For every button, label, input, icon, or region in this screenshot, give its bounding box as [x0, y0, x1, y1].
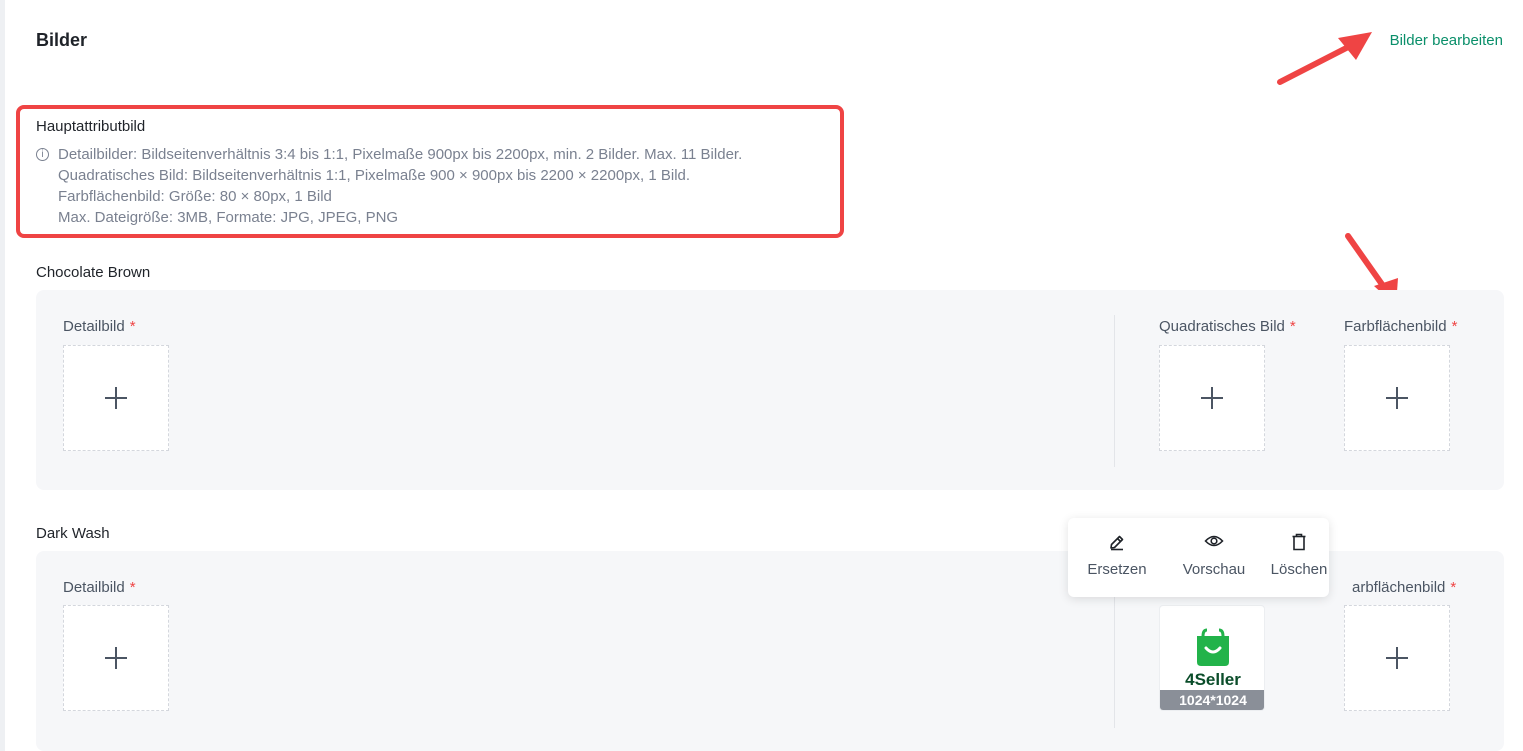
- requirement-line: Detailbilder: Bildseitenverhältnis 3:4 b…: [58, 146, 743, 163]
- eye-icon: [1204, 535, 1224, 547]
- requirement-line: Farbflächenbild: Größe: 80 × 80px, 1 Bil…: [58, 188, 332, 205]
- required-mark: *: [1450, 579, 1457, 596]
- swatch-image-label: Farbflächenbild *: [1344, 318, 1458, 335]
- variant-panel-chocolate-brown: Detailbild * Quadratisches Bild * Farbfläc…: [36, 290, 1504, 490]
- swatch-image-upload[interactable]: [1344, 345, 1450, 451]
- plus-icon: [105, 387, 127, 409]
- plus-icon: [1386, 647, 1408, 669]
- annotation-arrow-top: [1277, 32, 1372, 85]
- info-circle-icon: i: [36, 148, 49, 161]
- requirement-line: Quadratisches Bild: Bildseitenverhältnis…: [58, 167, 691, 184]
- plus-icon: [105, 647, 127, 669]
- main-attribute-image-title: Hauptattributbild: [36, 118, 146, 135]
- required-mark: *: [1289, 318, 1296, 335]
- preview-button[interactable]: Vorschau: [1172, 518, 1256, 597]
- square-image-upload[interactable]: [1159, 345, 1265, 451]
- pencil-icon: [1110, 535, 1124, 551]
- square-image-label: Quadratisches Bild *: [1159, 318, 1296, 335]
- detail-image-label: Detailbild *: [63, 318, 136, 335]
- required-mark: *: [129, 318, 136, 335]
- divider: [1114, 576, 1115, 728]
- detail-image-upload[interactable]: [63, 345, 169, 451]
- swatch-image-label: arbflächenbild *: [1352, 579, 1457, 596]
- plus-icon: [1386, 387, 1408, 409]
- image-dimensions-badge: 1024*1024: [1160, 690, 1264, 710]
- detail-image-upload[interactable]: [63, 605, 169, 711]
- brand-logo-text: 4Seller: [1185, 670, 1241, 689]
- shopping-bag-icon: [1197, 628, 1229, 666]
- delete-button[interactable]: Löschen: [1258, 518, 1340, 597]
- divider: [1114, 315, 1115, 467]
- trash-icon: [1292, 533, 1306, 551]
- square-image-thumbnail[interactable]: 4Seller 1024*1024: [1159, 605, 1265, 711]
- variant-name-dark-wash: Dark Wash: [36, 525, 110, 542]
- required-mark: *: [129, 579, 136, 596]
- detail-image-label: Detailbild *: [63, 579, 136, 596]
- variant-name-chocolate-brown: Chocolate Brown: [36, 264, 151, 281]
- left-edge: [0, 0, 5, 751]
- replace-button[interactable]: Ersetzen: [1076, 518, 1158, 597]
- plus-icon: [1201, 387, 1223, 409]
- swatch-image-upload[interactable]: [1344, 605, 1450, 711]
- image-actions-popover: Ersetzen Vorschau Löschen: [1068, 518, 1329, 597]
- section-title: Bilder: [36, 30, 88, 50]
- requirement-line: Max. Dateigröße: 3MB, Formate: JPG, JPEG…: [58, 209, 399, 226]
- edit-images-link[interactable]: Bilder bearbeiten: [1390, 32, 1503, 49]
- required-mark: *: [1451, 318, 1458, 335]
